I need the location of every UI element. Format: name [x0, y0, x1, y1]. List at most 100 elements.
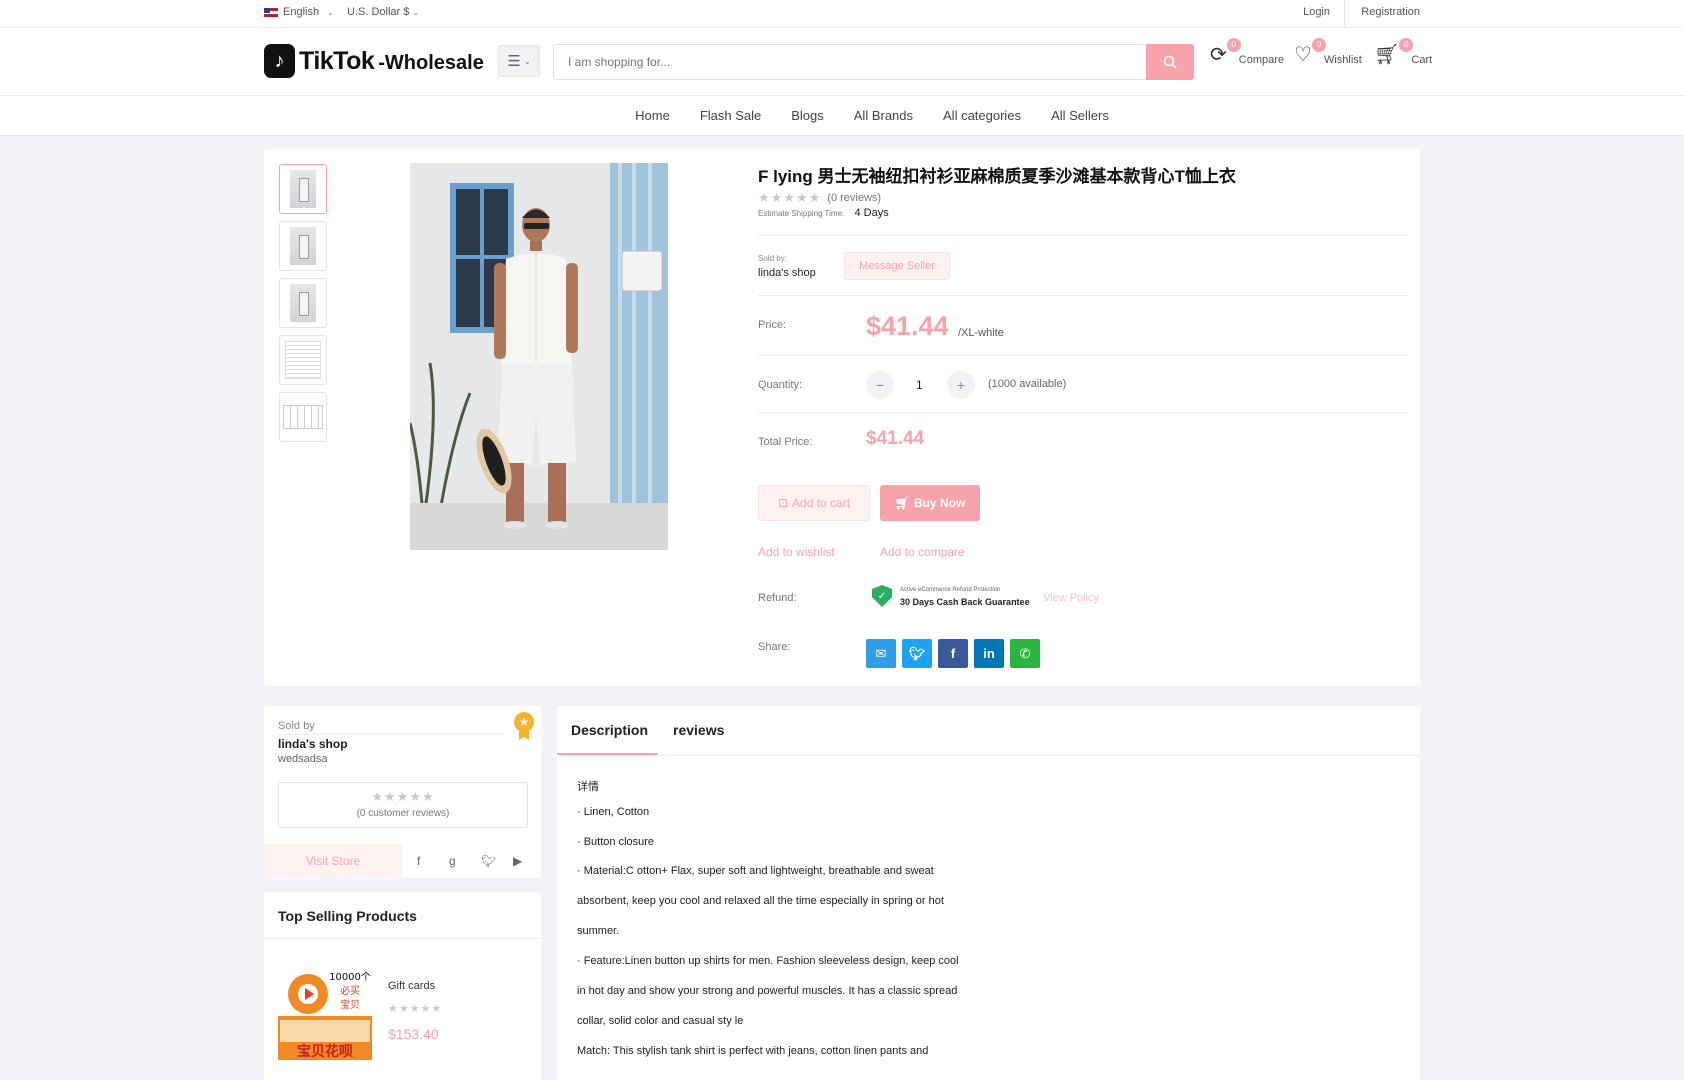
- shipping-value: 4 Days: [854, 207, 889, 219]
- youtube-icon[interactable]: ▶: [513, 854, 522, 868]
- product-thumbnail[interactable]: [279, 278, 327, 328]
- search-input[interactable]: [553, 44, 1147, 80]
- wishlist-link[interactable]: ♡ 0 Wishlist: [1294, 38, 1362, 66]
- wishlist-label: Wishlist: [1323, 54, 1362, 66]
- language-selector[interactable]: English ⌄: [264, 6, 334, 18]
- login-link[interactable]: Login: [1303, 6, 1330, 18]
- header: ♪ TikTok -Wholesale ☰⌄ ⟳0 Compare ♡0 Wis…: [0, 28, 1684, 96]
- message-seller-button[interactable]: Message Seller: [844, 252, 950, 280]
- description-line: 详情: [577, 781, 599, 793]
- product-thumbnail[interactable]: [279, 164, 327, 214]
- product-thumbnail[interactable]: [279, 392, 327, 442]
- gift-card-text: 10000个: [329, 971, 371, 983]
- currency-selector[interactable]: U.S. Dollar $ ⌄: [347, 6, 419, 18]
- review-count: (0 reviews): [827, 192, 882, 204]
- chevron-down-icon: ⌄: [412, 8, 420, 17]
- view-policy-link[interactable]: View Policy: [1043, 592, 1099, 604]
- product-thumbnail[interactable]: [279, 335, 327, 385]
- us-flag-icon: [264, 7, 278, 17]
- total-price-label: Total Price:: [758, 436, 813, 448]
- wishlist-count-badge: 0: [1311, 38, 1326, 52]
- nav-blogs[interactable]: Blogs: [791, 108, 824, 123]
- currency-label: U.S. Dollar $: [347, 6, 410, 18]
- gift-card-text: 宝贝花呗: [297, 1043, 353, 1060]
- quantity-value[interactable]: 1: [916, 378, 923, 392]
- hamburger-icon: ☰: [507, 53, 521, 70]
- category-menu-button[interactable]: ☰ ⌄: [498, 45, 540, 77]
- divider: [758, 412, 1408, 413]
- share-twitter-button[interactable]: 🐦︎: [902, 639, 932, 668]
- sold-by-label: Sold by: [278, 720, 315, 732]
- top-selling-products: Top Selling Products 10000个 必买 宝贝 宝贝花呗 G…: [264, 892, 541, 1080]
- cart-link[interactable]: 🛒︎ 0 Cart: [1374, 38, 1432, 66]
- site-logo[interactable]: ♪ TikTok -Wholesale: [264, 44, 484, 78]
- share-facebook-button[interactable]: f: [938, 639, 968, 668]
- customer-reviews-count: (0 customer reviews): [356, 808, 450, 819]
- thumbnail-image: [290, 170, 316, 208]
- share-whatsapp-button[interactable]: ✆: [1010, 639, 1040, 668]
- visit-store-button[interactable]: Visit Store: [264, 844, 402, 878]
- divider: [264, 938, 541, 939]
- nav-all-sellers[interactable]: All Sellers: [1051, 108, 1109, 123]
- divider: [278, 734, 504, 735]
- gift-card-product-image[interactable]: 10000个 必买 宝贝 宝贝花呗: [278, 968, 372, 1060]
- compare-label: Compare: [1238, 54, 1285, 66]
- tab-reviews[interactable]: reviews: [673, 722, 724, 738]
- description-line: absorbent, keep you cool and relaxed all…: [577, 895, 944, 907]
- gift-card-text: 宝贝: [340, 998, 360, 1011]
- share-linkedin-button[interactable]: in: [974, 639, 1004, 668]
- quantity-increase-button[interactable]: +: [947, 371, 975, 399]
- add-to-compare-link[interactable]: Add to compare: [880, 545, 965, 559]
- nav-all-categories[interactable]: All categories: [943, 108, 1021, 123]
- twitter-icon[interactable]: 🐦︎: [481, 854, 496, 868]
- main-nav: Home Flash Sale Blogs All Brands All cat…: [0, 96, 1684, 136]
- seller-name[interactable]: linda's shop: [278, 737, 348, 751]
- chevron-down-icon: ⌄: [327, 7, 334, 17]
- product-thumbnail[interactable]: [279, 221, 327, 271]
- description-line: collar, solid color and casual sty le: [577, 1015, 744, 1027]
- compare-link[interactable]: ⟳ 0 Compare: [1210, 38, 1285, 66]
- description-line: in hot day and show your strong and powe…: [577, 985, 958, 997]
- price-variant: /XL-white: [958, 327, 1004, 339]
- gift-card-text: 必买: [340, 984, 360, 997]
- facebook-icon[interactable]: f: [417, 854, 420, 868]
- quantity-decrease-button[interactable]: −: [866, 371, 894, 399]
- tiktok-note-icon: ♪: [264, 44, 295, 78]
- thumbnail-image: [290, 227, 316, 265]
- google-icon[interactable]: g: [449, 854, 456, 868]
- shipping-label: Estimate Shipping Time:: [758, 209, 845, 218]
- divider: [758, 355, 1408, 356]
- buy-now-button[interactable]: 🛒︎ Buy Now: [880, 485, 980, 521]
- top-product-name[interactable]: Gift cards: [388, 980, 435, 992]
- registration-link[interactable]: Registration: [1361, 6, 1420, 18]
- bag-icon: ⊡: [777, 496, 789, 510]
- thumbnail-image: [285, 341, 321, 379]
- description-line: · Material:C otton+ Flax, super soft and…: [577, 865, 934, 877]
- rating-stars: ★★★★★: [371, 789, 435, 804]
- description-line: · Linen, Cotton: [577, 806, 650, 818]
- compare-icon: ⟳ 0: [1210, 38, 1241, 66]
- logo-sub-text: -Wholesale: [378, 51, 484, 74]
- refund-label: Refund:: [758, 592, 797, 604]
- seller-card: Sold by linda's shop wedsadsa ★ ★★★★★ (0…: [264, 706, 541, 878]
- product-title: F lying 男士无袖纽扣衬衫亚麻棉质夏季沙滩基本款背心T恤上衣: [758, 167, 1236, 186]
- linkedin-icon: in: [983, 646, 995, 661]
- rating-stars: ★★★★★: [758, 190, 822, 205]
- product-main-image[interactable]: [410, 163, 668, 550]
- description-panel: Description reviews 详情 · Linen, Cotton ·…: [557, 706, 1420, 1080]
- add-to-cart-button[interactable]: ⊡ Add to cart: [758, 485, 870, 521]
- share-email-button[interactable]: ✉: [866, 639, 896, 668]
- nav-flash-sale[interactable]: Flash Sale: [700, 108, 761, 123]
- tab-description[interactable]: Description: [571, 722, 648, 738]
- search-button[interactable]: [1146, 44, 1194, 80]
- product-panel: F lying 男士无袖纽扣衬衫亚麻棉质夏季沙滩基本款背心T恤上衣 ★★★★★ …: [264, 149, 1420, 686]
- top-selling-title: Top Selling Products: [278, 908, 417, 924]
- nav-all-brands[interactable]: All Brands: [854, 108, 913, 123]
- add-to-wishlist-link[interactable]: Add to wishlist: [758, 545, 835, 559]
- shield-check-icon: ✓: [872, 585, 892, 607]
- cart-icon: 🛒︎: [894, 496, 910, 510]
- seller-name[interactable]: linda's shop: [758, 267, 816, 279]
- twitter-icon: 🐦︎: [908, 645, 926, 661]
- nav-home[interactable]: Home: [635, 108, 670, 123]
- shipping-time: Estimate Shipping Time: 4 Days: [758, 207, 889, 219]
